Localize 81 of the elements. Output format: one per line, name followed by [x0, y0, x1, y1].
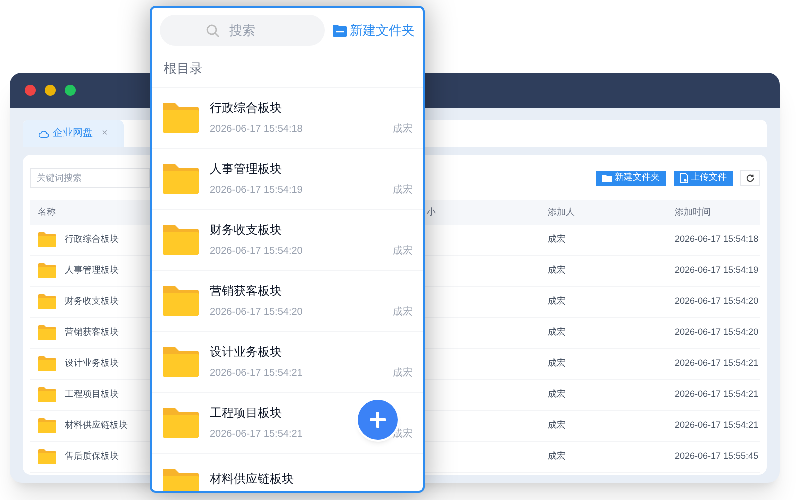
folder-icon	[162, 346, 200, 378]
folder-item[interactable]: 行政综合板块 2026-06-17 15:54:18 成宏	[152, 88, 423, 149]
cloud-icon	[39, 130, 49, 138]
folder-icon	[162, 224, 200, 256]
table-cell-text: 2026-06-17 15:54:21	[674, 388, 760, 402]
table-cell-text: 成宏	[547, 388, 567, 402]
table-cell-text: 售后质保板块	[65, 450, 119, 464]
folder-icon	[38, 232, 57, 248]
table-cell-text: 2026-06-17 15:54:20	[674, 295, 760, 308]
table-cell-text: 成宏	[547, 233, 567, 246]
folder-date: 2026-06-17 15:54:21	[210, 428, 303, 442]
folder-item[interactable]: 财务收支板块 2026-06-17 15:54:20 成宏	[152, 210, 423, 271]
folder-date: 2026-06-17 15:54:20	[210, 245, 303, 259]
tab-label: 企业网盘	[53, 126, 93, 141]
folder-icon	[162, 285, 200, 317]
table-cell-text: 2026-06-17 15:54:21	[674, 419, 760, 432]
column-header: 添加时间	[674, 206, 712, 219]
folder-date: 2026-06-17 15:54:20	[210, 306, 303, 320]
folder-icon	[38, 387, 57, 403]
folder-date: 2026-06-17 15:54:21	[210, 367, 303, 381]
folder-title: 工程项目板块	[210, 405, 282, 422]
folder-icon	[162, 468, 200, 491]
folder-title: 材料供应链板块	[210, 471, 294, 488]
refresh-button[interactable]	[740, 170, 760, 186]
breadcrumb: 根目录	[163, 60, 204, 78]
table-cell-text: 设计业务板块	[65, 357, 119, 370]
folder-icon	[162, 102, 200, 134]
folder-author: 成宏	[393, 366, 413, 381]
maximize-window-icon[interactable]	[65, 85, 76, 96]
table-cell-text: 行政综合板块	[65, 233, 119, 246]
table-cell-text: 2026-06-17 15:55:45	[674, 450, 760, 464]
refresh-icon	[746, 174, 754, 182]
column-header: 小	[426, 206, 437, 219]
folder-item[interactable]: 设计业务板块 2026-06-17 15:54:21 成宏	[152, 332, 423, 393]
folder-item[interactable]: 人事管理板块 2026-06-17 15:54:19 成宏	[152, 149, 423, 210]
minimize-window-icon[interactable]	[45, 85, 56, 96]
file-icon	[680, 173, 688, 183]
folder-item[interactable]: 材料供应链板块	[152, 454, 423, 491]
column-header: 名称	[37, 206, 57, 219]
folder-icon	[38, 356, 57, 372]
folder-minus-icon	[333, 24, 347, 36]
folder-icon	[38, 418, 57, 434]
table-cell-text: 成宏	[547, 450, 567, 464]
folder-date: 2026-06-17 15:54:18	[210, 123, 303, 137]
folder-title: 营销获客板块	[210, 283, 282, 300]
folder-icon	[38, 294, 57, 310]
folder-item[interactable]: 营销获客板块 2026-06-17 15:54:20 成宏	[152, 271, 423, 332]
table-cell-text: 成宏	[547, 295, 567, 308]
table-cell-text: 工程项目板块	[65, 388, 119, 402]
table-cell-text: 人事管理板块	[65, 264, 119, 278]
table-cell-text: 材料供应链板块	[65, 419, 128, 432]
table-cell-text: 成宏	[547, 326, 567, 340]
table-cell-text: 2026-06-17 15:54:18	[674, 233, 760, 246]
folder-icon	[38, 449, 57, 465]
folder-title: 财务收支板块	[210, 222, 282, 239]
table-cell-text: 财务收支板块	[65, 295, 119, 308]
folder-icon	[38, 325, 57, 341]
table-cell-text: 2026-06-17 15:54:20	[674, 326, 760, 340]
search-field[interactable]: 关键词搜索	[30, 168, 150, 188]
plus-icon	[370, 412, 386, 428]
column-header: 添加人	[547, 206, 576, 219]
folder-title: 行政综合板块	[210, 100, 282, 117]
folder-author: 成宏	[393, 122, 413, 137]
close-window-icon[interactable]	[25, 85, 36, 96]
table-cell-text: 成宏	[547, 419, 567, 432]
table-cell-text: 2026-06-17 15:54:19	[674, 264, 760, 278]
table-cell-text: 成宏	[547, 264, 567, 278]
folder-title: 设计业务板块	[210, 344, 282, 361]
folder-icon	[162, 163, 200, 195]
folder-icon	[162, 407, 200, 439]
folder-author: 成宏	[393, 184, 413, 198]
folder-author: 成宏	[393, 244, 413, 259]
search-icon	[206, 24, 220, 38]
table-cell-text: 2026-06-17 15:54:21	[674, 357, 760, 370]
table-cell-text: 成宏	[547, 357, 567, 370]
folder-author: 成宏	[393, 306, 413, 320]
folder-icon	[38, 263, 57, 279]
folder-title: 人事管理板块	[210, 161, 282, 178]
table-cell-text: 营销获客板块	[65, 326, 119, 340]
folder-date: 2026-06-17 15:54:19	[210, 184, 303, 198]
folder-icon	[602, 174, 612, 182]
